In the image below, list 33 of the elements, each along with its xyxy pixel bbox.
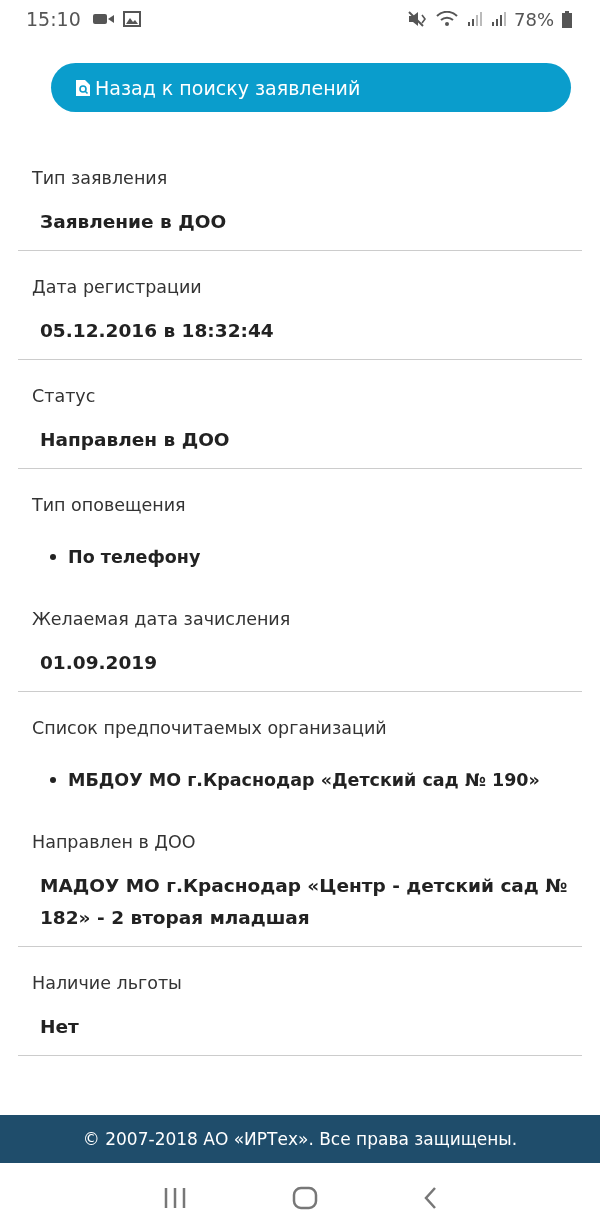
field-value: 01.09.2019	[39, 651, 159, 675]
copyright-text: © 2007-2018 АО «ИРТех». Все права защищены.	[82, 1129, 518, 1149]
field-value: 05.12.2016 в 18:32:44	[39, 319, 275, 343]
field-value: Направлен в ДОО	[39, 428, 231, 452]
field-label: Тип заявления	[32, 168, 169, 188]
field-label: Наличие льготы	[32, 973, 183, 993]
bullet-icon	[50, 554, 56, 560]
field-label: Желаемая дата зачисления	[32, 609, 292, 629]
field-label: Список предпочитаемых организаций	[32, 718, 388, 738]
image-icon	[122, 11, 141, 27]
back-icon[interactable]	[423, 1185, 438, 1210]
signal-icon	[466, 11, 482, 27]
wifi-icon	[436, 11, 458, 27]
mute-icon	[408, 11, 428, 27]
field-value: Заявление в ДОО	[39, 210, 228, 234]
field-label: Направлен в ДОО	[32, 832, 197, 852]
video-camera-icon	[92, 12, 115, 26]
signal-icon	[490, 11, 506, 27]
recent-apps-icon[interactable]	[162, 1186, 187, 1209]
field-value: МАДОУ МО г.Краснодар «Центр - детский сад № 182» - 2 вторая младшая	[39, 874, 568, 930]
bullet-icon	[50, 777, 56, 783]
battery-level: 78%	[514, 8, 554, 30]
field-value: Нет	[39, 1015, 80, 1039]
document-search-icon	[76, 79, 90, 96]
list-item: МБДОУ МО г.Краснодар «Детский сад № 190»	[68, 769, 540, 792]
field-label: Дата регистрации	[32, 277, 203, 297]
battery-icon	[562, 10, 572, 28]
home-icon[interactable]	[292, 1185, 318, 1210]
clock: 15:10	[26, 8, 81, 30]
field-label: Тип оповещения	[32, 495, 187, 515]
back-to-search-button[interactable]: Назад к поиску заявлений	[51, 63, 571, 112]
list-item: По телефону	[68, 546, 201, 569]
field-label: Статус	[32, 386, 97, 406]
